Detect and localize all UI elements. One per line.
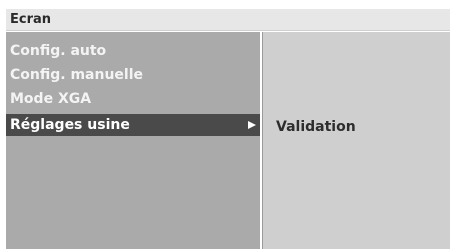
submenu-panel: Validation: [262, 32, 450, 249]
menu-list: Config. auto Config. manuelle Mode XGA R…: [6, 32, 260, 249]
menu-item-label: Réglages usine: [10, 117, 130, 133]
arrow-right-icon: [248, 121, 256, 129]
menu-item-config-auto[interactable]: Config. auto: [6, 40, 260, 62]
osd-menu: Ecran Config. auto Config. manuelle Mode…: [6, 9, 450, 249]
menu-title: Ecran: [6, 9, 450, 31]
menu-item-label: Config. auto: [10, 43, 107, 59]
menu-item-label: Mode XGA: [10, 91, 92, 107]
submenu-item-validation[interactable]: Validation: [276, 116, 356, 138]
menu-item-config-manuelle[interactable]: Config. manuelle: [6, 64, 260, 86]
menu-item-label: Config. manuelle: [10, 67, 144, 83]
menu-item-mode-xga[interactable]: Mode XGA: [6, 88, 260, 110]
menu-item-reglages-usine[interactable]: Réglages usine: [6, 114, 260, 136]
